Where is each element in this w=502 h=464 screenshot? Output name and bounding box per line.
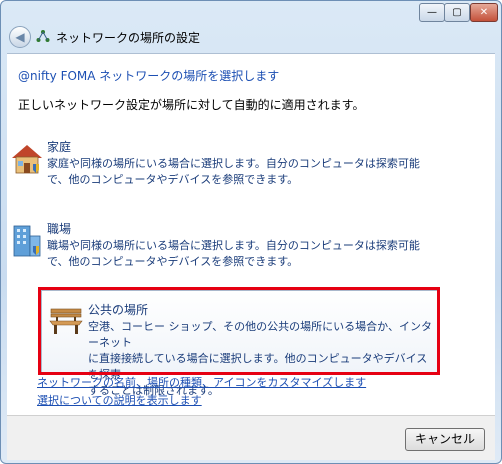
page-subtitle: 正しいネットワーク設定が場所に対して自動的に適用されます。 (18, 98, 365, 112)
option-home-desc-line1: 家庭や同様の場所にいる場合に選択します。自分のコンピュータは探索可能 (47, 157, 420, 170)
office-building-icon (13, 225, 41, 257)
network-icon (36, 30, 50, 42)
back-button[interactable]: ◀ (9, 26, 31, 48)
option-home[interactable]: 家庭 家庭や同様の場所にいる場合に選択します。自分のコンピュータは探索可能 で、… (12, 138, 437, 188)
window-title: ネットワークの場所の設定 (56, 31, 201, 45)
dialog-header: ◀ ネットワークの場所の設定 (7, 24, 495, 52)
minimize-button[interactable]: — (419, 3, 445, 22)
option-work[interactable]: 職場 職場や同様の場所にいる場合に選択します。自分のコンピュータは探索可能 で、… (13, 220, 437, 270)
house-icon (12, 145, 42, 174)
dialog-footer: キャンセル (7, 415, 495, 460)
option-home-desc-line2: で、他のコンピュータやデバイスを参照できます。 (47, 173, 299, 186)
selection-highlight (38, 287, 440, 375)
help-link[interactable]: 選択についての説明を表示します (37, 392, 202, 408)
option-work-title: 職場 (47, 222, 72, 236)
content-area: @nifty FOMA ネットワークの場所を選択します 正しいネットワーク設定が… (7, 53, 495, 416)
network-location-window: — ▢ ✕ ◀ ネットワークの場所の設定 @nifty FOMA ネットワークの… (0, 0, 502, 464)
option-work-desc-line1: 職場や同様の場所にいる場合に選択します。自分のコンピュータは探索可能 (47, 239, 420, 252)
close-icon: ✕ (479, 7, 489, 18)
cancel-button[interactable]: キャンセル (405, 428, 485, 451)
maximize-button[interactable]: ▢ (444, 3, 470, 22)
close-button[interactable]: ✕ (470, 3, 498, 22)
maximize-icon: ▢ (452, 7, 462, 18)
minimize-icon: — (427, 7, 437, 18)
option-home-title: 家庭 (47, 140, 72, 154)
customize-link[interactable]: ネットワークの名前、場所の種類、アイコンをカスタマイズします (37, 374, 366, 390)
page-heading: @nifty FOMA ネットワークの場所を選択します (18, 69, 280, 83)
option-work-desc-line2: で、他のコンピュータやデバイスを参照できます。 (47, 255, 299, 268)
back-arrow-icon: ◀ (15, 30, 25, 44)
